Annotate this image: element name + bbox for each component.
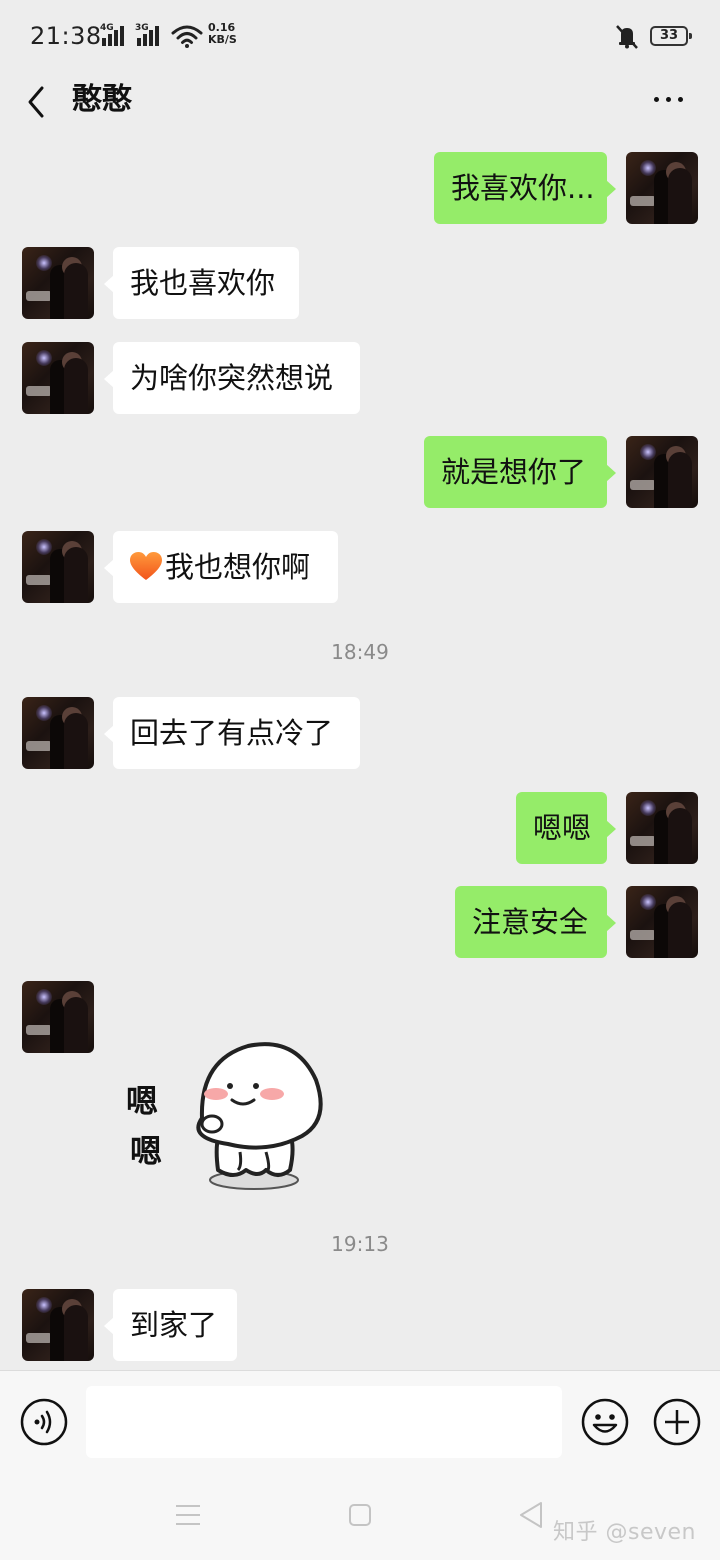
avatar-contact[interactable] [22,697,94,769]
message-bubble-received[interactable]: 为啥你突然想说 [104,342,360,414]
chat-title: 憨憨 [72,82,132,117]
chat-header: 憨憨 [0,70,720,140]
message-text: 我也想你啊 [165,550,311,584]
signal-3g-icon: 3G [135,24,165,46]
vibrate-mute-icon [616,25,638,49]
nav-back-icon[interactable] [518,1500,544,1530]
avatar-self[interactable] [626,792,698,864]
system-nav-bar: 知乎 @seven [0,1470,720,1560]
orange-heart-icon [130,552,162,580]
battery-indicator: 33 [650,26,692,46]
avatar-self[interactable] [626,436,698,508]
sticker-message[interactable]: 嗯 嗯 [118,1020,338,1220]
avatar-contact[interactable] [22,531,94,603]
timestamp: 19:13 [331,1232,389,1256]
message-bubble-received[interactable]: 我也喜欢你 [104,247,299,319]
menu-icon[interactable] [174,1503,202,1527]
message-bubble-received[interactable]: 我也想你啊 [104,531,338,603]
timestamp: 18:49 [331,640,389,664]
avatar-self[interactable] [626,152,698,224]
back-arrow-icon[interactable] [22,82,52,122]
message-input[interactable] [86,1386,562,1458]
message-bubble-received[interactable]: 到家了 [104,1289,237,1361]
signal-4g-icon: 4G [100,24,130,46]
status-bar: 21:38 4G 3G 0.16 KB/S 33 [0,0,720,70]
status-time: 21:38 [30,22,102,50]
network-speed: 0.16 KB/S [208,21,237,46]
home-icon[interactable] [348,1503,372,1527]
input-bar [0,1370,720,1470]
watermark: 知乎 @seven [553,1520,696,1545]
sticker-text-1: 嗯 [126,1082,159,1120]
message-bubble-sent[interactable]: 嗯嗯 [516,792,616,864]
avatar-contact[interactable] [22,247,94,319]
message-bubble-sent[interactable]: 注意安全 [455,886,616,958]
chat-screen: 21:38 4G 3G 0.16 KB/S 33 憨憨 我喜欢你... 我也喜欢… [0,0,720,1560]
message-list[interactable]: 我喜欢你... 我也喜欢你 为啥你突然想说 就是想你了 我也想你啊 18:49 … [0,140,720,1370]
avatar-contact[interactable] [22,342,94,414]
avatar-contact[interactable] [22,1289,94,1361]
message-bubble-sent[interactable]: 我喜欢你... [434,152,616,224]
more-options-icon[interactable] [646,84,692,114]
wifi-icon [171,25,203,48]
message-bubble-sent[interactable]: 就是想你了 [424,436,616,508]
avatar-contact[interactable] [22,981,94,1053]
emoji-icon[interactable] [581,1398,629,1446]
voice-icon[interactable] [20,1398,68,1446]
avatar-self[interactable] [626,886,698,958]
sticker-text-2: 嗯 [130,1132,163,1170]
plus-icon[interactable] [653,1398,701,1446]
message-bubble-received[interactable]: 回去了有点冷了 [104,697,360,769]
